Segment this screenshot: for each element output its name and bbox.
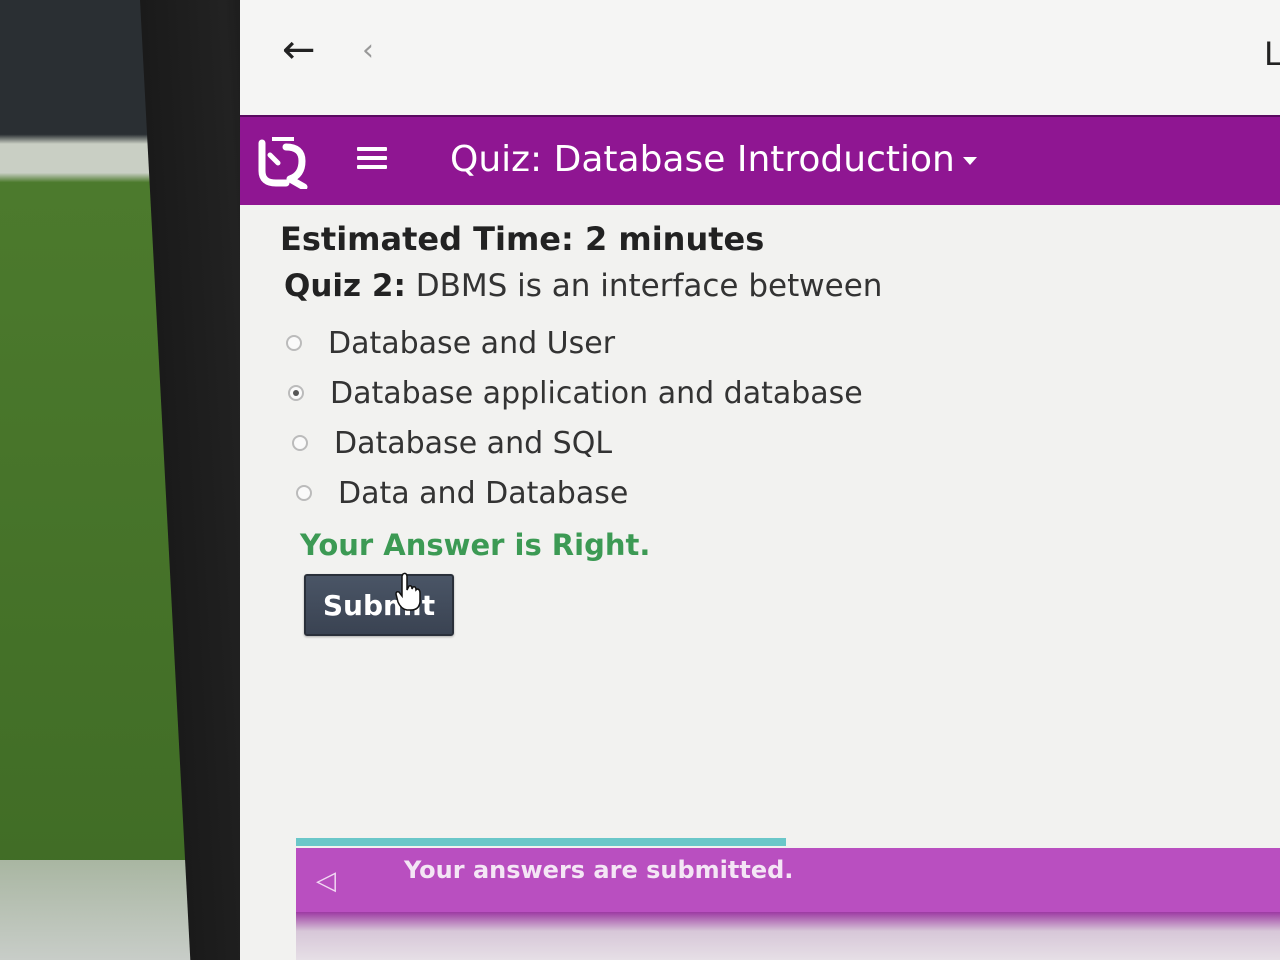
option-label: Database and SQL [334,425,613,461]
radio-button[interactable] [292,435,308,451]
answer-option[interactable]: Database and SQL [292,418,1240,468]
question-label: Quiz 2: [284,268,406,304]
question: Quiz 2: DBMS is an interface between [284,268,1240,304]
option-label: Data and Database [338,475,629,511]
quiz-title-text: Quiz: Database Introduction [450,139,955,180]
quiz-title-dropdown[interactable]: Quiz: Database Introduction [450,139,977,180]
previous-icon[interactable]: ◁ [316,866,336,896]
footer-bar: ◁ Your answers are submitted. [296,848,1280,912]
estimated-time: Estimated Time: 2 minutes [280,220,765,258]
quiz-content: Estimated Time: 2 minutes Quiz 2: DBMS i… [280,220,1240,636]
radio-button[interactable] [286,335,302,351]
result-message: Your Answer is Right. [300,528,651,562]
bottom-strip [296,912,1280,960]
screen: ← ‹ L Quiz: Database Introduction Estima… [240,0,1280,960]
answer-option[interactable]: Database and User [286,318,1240,368]
question-text: DBMS is an interface between [415,268,883,304]
option-label: Database and User [328,325,616,361]
answer-option[interactable]: Data and Database [296,468,1240,518]
caret-down-icon [962,157,977,165]
chevron-left-icon[interactable]: ‹ [362,36,374,66]
submit-button[interactable]: Submit [304,574,454,636]
hamburger-menu-icon[interactable] [357,147,387,173]
radio-button-checked[interactable] [288,385,304,401]
answer-options: Database and User Database application a… [286,318,1240,518]
app-header: Quiz: Database Introduction [240,115,1280,205]
cut-off-text: L [1264,35,1280,73]
answer-option-selected[interactable]: Database application and database [288,368,1240,418]
browser-toolbar: ← ‹ L [240,0,1280,115]
back-arrow-icon[interactable]: ← [282,30,316,70]
radio-button[interactable] [296,485,312,501]
app-logo-icon[interactable] [256,135,316,189]
submitted-message: Your answers are submitted. [404,856,794,884]
progress-bar [296,838,786,846]
option-label: Database application and database [330,375,863,411]
hand-cursor-icon [395,572,421,611]
